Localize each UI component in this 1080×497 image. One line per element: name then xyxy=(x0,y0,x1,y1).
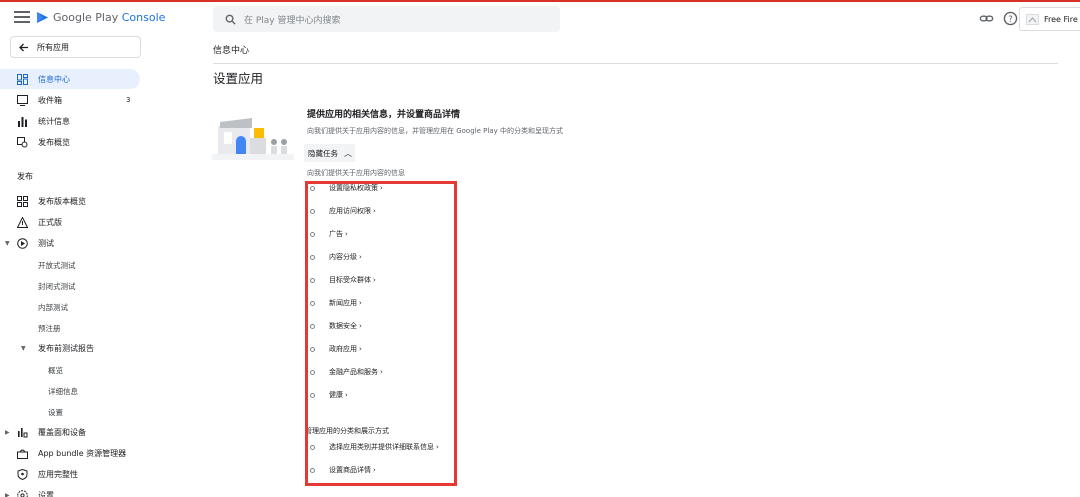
chevron-up-icon: ︿ xyxy=(344,148,352,158)
hamburger-menu-icon[interactable] xyxy=(14,11,30,25)
sidebar-subitem-overview[interactable]: 概览 xyxy=(48,365,63,376)
production-icon xyxy=(17,217,28,228)
brand-name: Google Play Console xyxy=(53,11,166,24)
sidebar-item-reach-devices[interactable]: ▶ 覆盖面和设备 xyxy=(0,422,140,442)
setup-icon xyxy=(17,490,28,497)
sidebar-item-publishing-overview[interactable]: 发布概览 xyxy=(0,132,140,152)
sidebar-item-statistics[interactable]: 统计信息 xyxy=(0,111,140,131)
all-apps-label: 所有应用 xyxy=(37,42,69,52)
sidebar-item-releases-overview[interactable]: 发布版本概览 xyxy=(0,191,140,211)
search-placeholder: 在 Play 管理中心内搜索 xyxy=(244,15,341,26)
sidebar-subitem-internal-testing[interactable]: 内部测试 xyxy=(38,302,68,313)
header-divider xyxy=(213,63,1058,64)
sidebar-subitem-open-testing[interactable]: 开放式测试 xyxy=(38,260,76,271)
sidebar-item-dashboard[interactable]: 信息中心 xyxy=(0,69,140,89)
releases-overview-icon xyxy=(17,196,28,207)
hide-tasks-button[interactable]: 隐藏任务 ︿ xyxy=(304,144,355,162)
sidebar-item-label: 应用完整性 xyxy=(38,469,78,479)
hide-tasks-label: 隐藏任务 xyxy=(308,148,338,158)
stats-icon xyxy=(18,117,27,127)
sidebar-item-label: 正式版 xyxy=(38,217,62,227)
top-app-bar: Google Play Console 在 Play 管理中心内搜索 ? Fre… xyxy=(0,2,1080,36)
tasks-section-header: 向我们提供关于应用内容的信息 xyxy=(307,169,405,177)
arrow-back-icon xyxy=(19,43,28,51)
breadcrumb: 信息中心 xyxy=(213,46,250,56)
setup-illustration xyxy=(212,118,294,160)
sidebar-item-inbox[interactable]: 收件箱 3 xyxy=(0,90,140,110)
sidebar-item-production[interactable]: 正式版 xyxy=(0,212,140,232)
sidebar-item-testing[interactable]: ▼ 测试 xyxy=(0,233,140,253)
sidebar-item-app-bundle-explorer[interactable]: App bundle 资源管理器 xyxy=(0,443,140,463)
page-title: 设置应用 xyxy=(213,71,264,86)
sidebar-item-label: 覆盖面和设备 xyxy=(38,427,86,437)
app-avatar-icon xyxy=(1026,13,1039,25)
sidebar: 所有应用 信息中心 收件箱 3 统计信息 发布概览 发布 发布版本概览 正式版 … xyxy=(0,36,150,497)
sidebar-item-pre-launch-report[interactable]: ▼ 发布前测试报告 xyxy=(0,338,140,358)
svg-text:?: ? xyxy=(1008,14,1012,24)
setup-card-title: 提供应用的相关信息，并设置商品详情 xyxy=(307,110,461,120)
app-bundle-icon xyxy=(17,449,28,459)
sidebar-item-label: 发布版本概览 xyxy=(38,196,86,206)
play-console-logo[interactable]: Google Play Console xyxy=(36,11,165,24)
main-content: 信息中心 设置应用 提供应用的相关信息，并设置商品详情 向我们提供关于应用内容的… xyxy=(150,36,1080,497)
expand-caret-icon[interactable]: ▼ xyxy=(5,240,10,247)
expand-caret-icon[interactable]: ▼ xyxy=(21,345,26,352)
play-logo-icon xyxy=(37,12,48,23)
sidebar-item-label: 测试 xyxy=(38,238,54,248)
app-integrity-icon xyxy=(17,469,28,480)
link-icon[interactable] xyxy=(979,11,994,26)
app-selector[interactable]: Free Fire xyxy=(1019,7,1080,31)
publishing-overview-icon xyxy=(17,137,28,148)
release-section-header: 发布 xyxy=(17,172,33,181)
sidebar-subitem-closed-testing[interactable]: 封闭式测试 xyxy=(38,281,76,292)
sidebar-subitem-pre-registration[interactable]: 预注册 xyxy=(38,323,61,334)
sidebar-item-app-integrity[interactable]: 应用完整性 xyxy=(0,464,140,484)
expand-caret-icon[interactable]: ▶ xyxy=(5,429,10,436)
app-name: Free Fire xyxy=(1044,14,1078,24)
help-icon[interactable]: ? xyxy=(1003,11,1018,26)
sidebar-item-label: 统计信息 xyxy=(38,116,70,126)
sidebar-item-label: 发布概览 xyxy=(38,137,70,147)
reach-devices-icon xyxy=(18,428,28,438)
setup-card-description: 向我们提供关于应用内容的信息，并管理应用在 Google Play 中的分类和呈… xyxy=(307,127,563,135)
sidebar-item-setup[interactable]: ▶ 设置 xyxy=(0,485,140,497)
sidebar-subitem-details[interactable]: 详细信息 xyxy=(48,386,78,397)
search-icon xyxy=(225,14,236,25)
expand-caret-icon[interactable]: ▶ xyxy=(5,492,10,497)
sidebar-subitem-settings[interactable]: 设置 xyxy=(48,407,63,418)
dashboard-icon xyxy=(17,74,28,85)
search-input[interactable]: 在 Play 管理中心内搜索 xyxy=(213,6,560,32)
inbox-count-badge: 3 xyxy=(126,96,131,104)
highlight-box xyxy=(305,181,457,486)
sidebar-item-label: 收件箱 xyxy=(38,95,62,105)
inbox-icon xyxy=(17,95,28,106)
sidebar-item-label: App bundle 资源管理器 xyxy=(38,448,127,458)
sidebar-item-label: 设置 xyxy=(38,490,54,497)
testing-icon xyxy=(17,238,28,249)
all-apps-button[interactable]: 所有应用 xyxy=(10,36,141,58)
sidebar-item-label: 信息中心 xyxy=(38,74,70,84)
sidebar-item-label: 发布前测试报告 xyxy=(38,343,94,353)
